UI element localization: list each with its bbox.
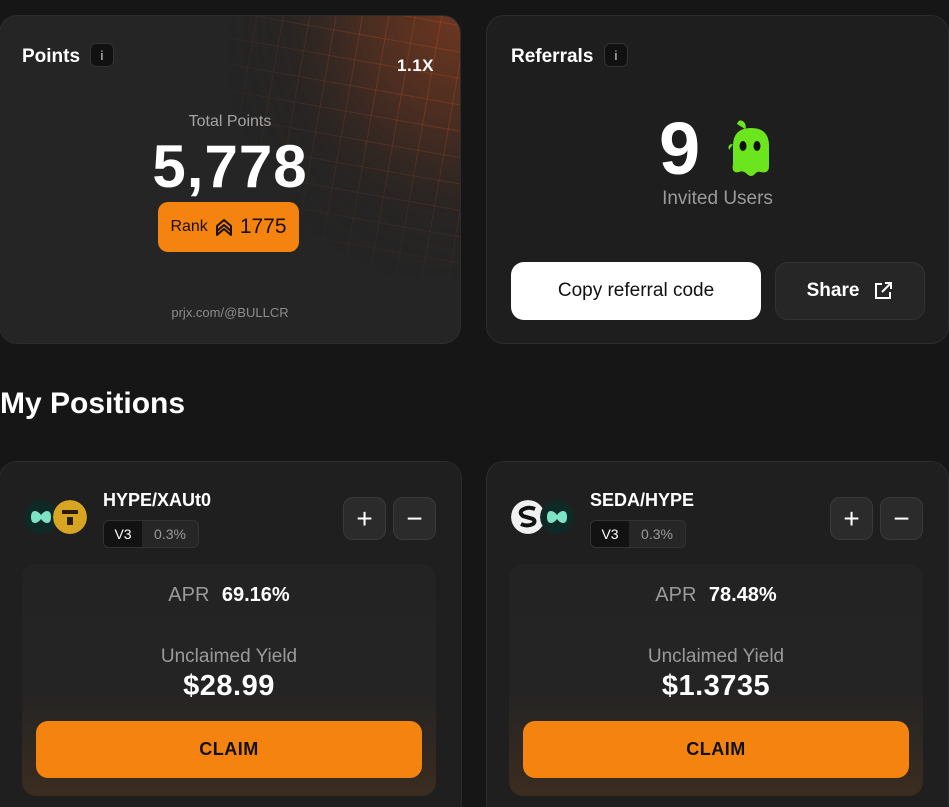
apr-label: APR [655,584,697,606]
yield-panel: APR 69.16% Unclaimed Yield $28.99 CLAIM [22,564,436,796]
xaut-token-icon [53,500,87,534]
unclaimed-yield-value: $28.99 [183,670,275,702]
rank-chevron-icon [215,219,232,236]
referrals-info-icon[interactable]: i [604,43,628,67]
remove-liquidity-button[interactable]: − [393,497,436,540]
invited-users-label: Invited Users [662,188,773,209]
claim-button[interactable]: CLAIM [36,721,422,778]
apr-value: 78.48% [708,584,777,606]
claim-button[interactable]: CLAIM [523,721,909,778]
points-multiplier: 1.1X [397,56,434,75]
referrals-title: Referrals [511,46,594,67]
rank-label: Rank [170,218,208,235]
add-liquidity-button[interactable]: + [343,497,386,540]
version-badge: V3 [591,521,629,547]
unclaimed-yield-label: Unclaimed Yield [160,646,298,667]
apr-value: 69.16% [221,584,290,606]
unclaimed-yield-value: $1.3735 [661,670,771,702]
total-points-label: Total Points [188,113,272,130]
pair-name: SEDA/HYPE [590,490,695,510]
mascot-icon [728,120,769,176]
apr-row: APR 78.48% [509,584,923,607]
my-positions-title: My Positions [0,387,186,420]
referral-count: 9 [659,107,701,190]
fee-tier: 0.3% [154,526,186,542]
points-title: Points [22,46,81,67]
position-card: SEDA/HYPE V3 0.3% + − APR 78.48% Unclaim… [486,461,949,807]
profile-link[interactable]: prjx.com/@BULLCR [0,305,460,320]
fee-tier: 0.3% [641,526,673,542]
points-info-icon[interactable]: i [90,43,114,67]
points-card: Points i 1.1X Total Points 5,778 Rank 17… [0,15,461,344]
add-liquidity-button[interactable]: + [830,497,873,540]
apr-row: APR 69.16% [22,584,436,607]
pool-tags: V3 0.3% [103,520,199,548]
share-button[interactable]: Share [775,262,925,320]
pool-tags: V3 0.3% [590,520,686,548]
apr-label: APR [168,584,210,606]
remove-liquidity-button[interactable]: − [880,497,923,540]
version-badge: V3 [104,521,142,547]
share-label: Share [806,280,860,301]
rank-badge[interactable]: Rank 1775 [158,202,299,252]
hype-token-icon [540,500,574,534]
referrals-card: Referrals i 9 Invited Users Copy referra… [486,15,949,344]
total-points-value: 5,778 [152,133,308,200]
copy-referral-code-button[interactable]: Copy referral code [511,262,761,320]
yield-panel: APR 78.48% Unclaimed Yield $1.3735 CLAIM [509,564,923,796]
pair-name: HYPE/XAUt0 [103,490,212,510]
position-card: HYPE/XAUt0 V3 0.3% + − APR 69.16% Unclai… [0,461,462,807]
unclaimed-yield-label: Unclaimed Yield [647,646,785,667]
rank-value: 1775 [239,215,287,238]
external-link-icon [875,282,893,299]
